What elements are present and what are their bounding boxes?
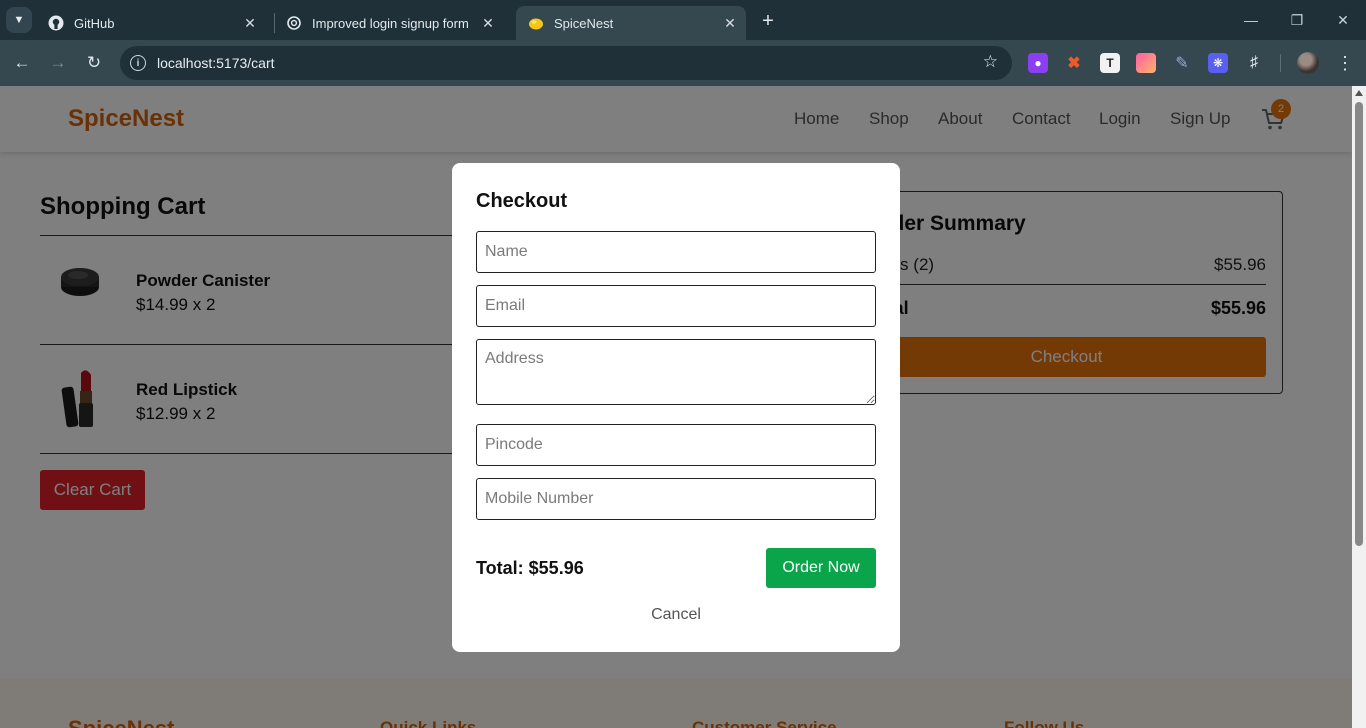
pincode-input[interactable] [476, 424, 876, 466]
forward-arrow-icon[interactable]: → [46, 51, 70, 75]
extension-gear-icon[interactable]: ❋ [1208, 53, 1228, 73]
tab-title: GitHub [74, 15, 115, 31]
openai-icon [286, 15, 302, 31]
browser-tab-bar: ▼ GitHub ✕ Improved login signup form ✕ … [0, 0, 1366, 40]
modal-total: Total: $55.96 [476, 558, 584, 578]
browser-menu-icon[interactable]: ⋮ [1333, 51, 1357, 75]
url-text: localhost:5173/cart [157, 55, 275, 71]
scrollbar-thumb[interactable] [1355, 102, 1363, 546]
modal-title: Checkout [476, 190, 568, 212]
address-input[interactable] [476, 339, 876, 405]
site-info-icon[interactable]: i [130, 55, 146, 71]
minimize-icon[interactable]: — [1239, 8, 1263, 32]
extension-x-icon[interactable]: ✖ [1064, 53, 1084, 73]
tab-improved-login[interactable]: Improved login signup form ✕ [274, 6, 504, 40]
reload-icon[interactable]: ↻ [82, 51, 106, 75]
restore-icon[interactable]: ❐ [1285, 8, 1309, 32]
profile-avatar[interactable] [1297, 52, 1319, 74]
mobile-input[interactable] [476, 478, 876, 520]
tab-title: Improved login signup form [312, 15, 469, 31]
github-icon [48, 15, 64, 31]
close-window-icon[interactable]: ✕ [1331, 8, 1355, 32]
close-icon[interactable]: ✕ [720, 13, 740, 33]
tab-title: SpiceNest [554, 15, 614, 31]
page-viewport: SpiceNest Home Shop About Contact Login … [0, 86, 1352, 728]
extension-chat-icon[interactable]: ● [1028, 53, 1048, 73]
back-arrow-icon[interactable]: ← [10, 51, 34, 75]
order-now-button[interactable]: Order Now [766, 548, 876, 588]
extension-text-icon[interactable]: T [1100, 53, 1120, 73]
new-tab-icon[interactable]: + [756, 9, 780, 33]
tab-search-button[interactable]: ▼ [6, 7, 32, 33]
extension-gradient-icon[interactable] [1136, 53, 1156, 73]
close-icon[interactable]: ✕ [240, 13, 260, 33]
tab-spicenest[interactable]: SpiceNest ✕ [516, 6, 746, 40]
cancel-button[interactable]: Cancel [452, 606, 900, 624]
scroll-up-arrow-icon[interactable] [1355, 90, 1363, 96]
extensions-puzzle-icon[interactable]: ♯ [1244, 53, 1264, 73]
email-input[interactable] [476, 285, 876, 327]
close-icon[interactable]: ✕ [478, 13, 498, 33]
bookmark-star-icon[interactable]: ☆ [983, 52, 998, 72]
name-input[interactable] [476, 231, 876, 273]
eyedropper-icon[interactable]: ✎ [1172, 53, 1192, 73]
browser-toolbar: ← → ↻ i localhost:5173/cart ☆ ● ✖ T ✎ ❋ … [0, 40, 1366, 86]
tab-github[interactable]: GitHub ✕ [36, 6, 266, 40]
spicenest-favicon [528, 15, 544, 31]
checkout-modal: Checkout Total: $55.96 Order Now Cancel [452, 163, 900, 652]
address-bar[interactable]: i localhost:5173/cart ☆ [120, 46, 1012, 80]
toolbar-separator [1280, 54, 1281, 72]
